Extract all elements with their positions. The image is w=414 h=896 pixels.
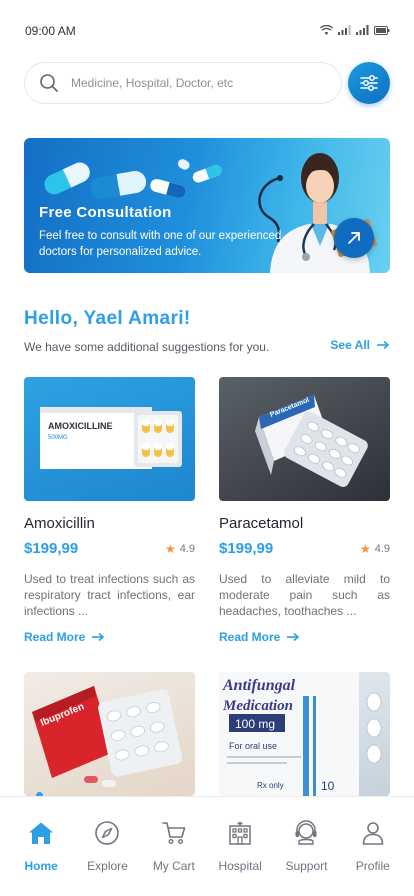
filter-button[interactable]	[348, 62, 390, 104]
box-title-2: Medication	[222, 698, 293, 714]
nav-label: My Cart	[152, 859, 195, 873]
product-image[interactable]: Paracetamol	[219, 377, 390, 501]
greeting-title: Hello, Yael Amari!	[24, 308, 191, 329]
medicine-box-illustration: AMOXICILLINE 500MG	[40, 407, 182, 469]
wifi-icon	[320, 25, 333, 35]
bottom-navigation: Home Explore My Cart Hospital Support Pr…	[0, 796, 414, 896]
nav-home[interactable]: Home	[9, 819, 73, 896]
rating-value: 4.9	[374, 542, 390, 555]
box-count: 10	[321, 779, 335, 793]
compass-icon	[93, 819, 121, 847]
box-rx: Rx only	[257, 781, 284, 790]
box-label: AMOXICILLINE	[48, 421, 113, 431]
arrow-up-right-icon	[348, 232, 360, 244]
arrow-right-icon	[92, 632, 105, 642]
product-card-amoxicillin[interactable]: AMOXICILLINE 500MG Amoxicillin $199,99 ★…	[24, 377, 195, 644]
product-price: $199,99	[219, 540, 274, 557]
banner-text: Feel free to consult with one of our exp…	[39, 230, 282, 258]
box-dose: 100 mg	[235, 717, 275, 731]
box-use: For oral use	[229, 741, 277, 751]
product-name: Paracetamol	[219, 515, 304, 532]
headset-icon	[292, 819, 320, 847]
product-price: $199,99	[24, 540, 79, 557]
product-card-paracetamol[interactable]: Paracetamol Paracetamol $199,99 ★ 4.9 Use…	[219, 377, 390, 644]
see-all-link[interactable]: See All	[330, 338, 390, 352]
nav-label: Support	[285, 859, 328, 873]
medicine-box-illustration: Antifungal Medication 100 mg For oral us…	[219, 672, 382, 796]
star-icon: ★	[359, 541, 371, 556]
read-more-label: Read More	[219, 630, 281, 644]
status-bar: 09:00 AM	[0, 0, 414, 60]
search-bar[interactable]	[24, 62, 342, 104]
status-time: 09:00 AM	[25, 24, 76, 38]
box-title-1: Antifungal	[222, 677, 296, 694]
price-row: $199,99 ★ 4.9	[24, 540, 195, 557]
box-sublabel: 500MG	[48, 435, 68, 441]
product-card-antifungal[interactable]: Antifungal Medication 100 mg For oral us…	[219, 672, 390, 796]
banner-title: Free Consultation	[39, 204, 172, 221]
nav-hospital[interactable]: Hospital	[208, 819, 272, 896]
status-icons	[320, 25, 390, 35]
product-rating: ★ 4.9	[360, 542, 390, 556]
medicine-box-illustration: Ibuprofen	[32, 686, 183, 787]
sliders-icon	[360, 75, 378, 91]
see-all-label: See All	[330, 338, 370, 352]
price-row: $199,99 ★ 4.9	[219, 540, 390, 557]
home-icon	[27, 819, 55, 847]
read-more-link[interactable]: Read More	[219, 630, 390, 644]
cart-icon	[160, 819, 188, 847]
signal-icon	[338, 25, 351, 35]
nav-support[interactable]: Support	[274, 819, 338, 896]
rating-value: 4.9	[179, 542, 195, 555]
medicine-box-illustration: Paracetamol	[255, 395, 368, 487]
signal-icon	[356, 25, 369, 35]
search-input[interactable]	[71, 76, 311, 90]
capsules-illustration	[44, 159, 222, 199]
product-card-ibuprofen[interactable]: Ibuprofen	[24, 672, 195, 796]
search-icon	[39, 73, 59, 93]
read-more-link[interactable]: Read More	[24, 630, 195, 644]
nav-label: Hospital	[218, 859, 262, 873]
banner-arrow-button[interactable]	[334, 218, 374, 258]
nav-label: Home	[24, 859, 58, 873]
read-more-label: Read More	[24, 630, 86, 644]
nav-label: Explore	[87, 859, 128, 873]
arrow-right-icon	[377, 340, 390, 350]
battery-icon	[374, 26, 390, 35]
product-description: Used to treat infections such as respira…	[24, 572, 195, 618]
star-icon: ★	[164, 541, 176, 556]
product-name: Amoxicillin	[24, 515, 95, 532]
product-description: Used to alleviate mild to moderate pain …	[219, 572, 390, 618]
nav-explore[interactable]: Explore	[75, 819, 139, 896]
nav-my-cart[interactable]: My Cart	[142, 819, 206, 896]
nav-label: Profile	[355, 859, 390, 873]
consultation-banner[interactable]: Free Consultation Feel free to consult w…	[24, 138, 390, 273]
product-image[interactable]: Ibuprofen	[24, 672, 195, 796]
greeting-subtitle: We have some additional suggestions for …	[24, 340, 270, 354]
product-image[interactable]: Antifungal Medication 100 mg For oral us…	[219, 672, 390, 796]
nav-profile[interactable]: Profile	[341, 819, 405, 896]
product-image[interactable]: AMOXICILLINE 500MG	[24, 377, 195, 501]
product-rating: ★ 4.9	[165, 542, 195, 556]
hospital-icon	[226, 819, 254, 847]
user-icon	[359, 819, 387, 847]
arrow-right-icon	[287, 632, 300, 642]
